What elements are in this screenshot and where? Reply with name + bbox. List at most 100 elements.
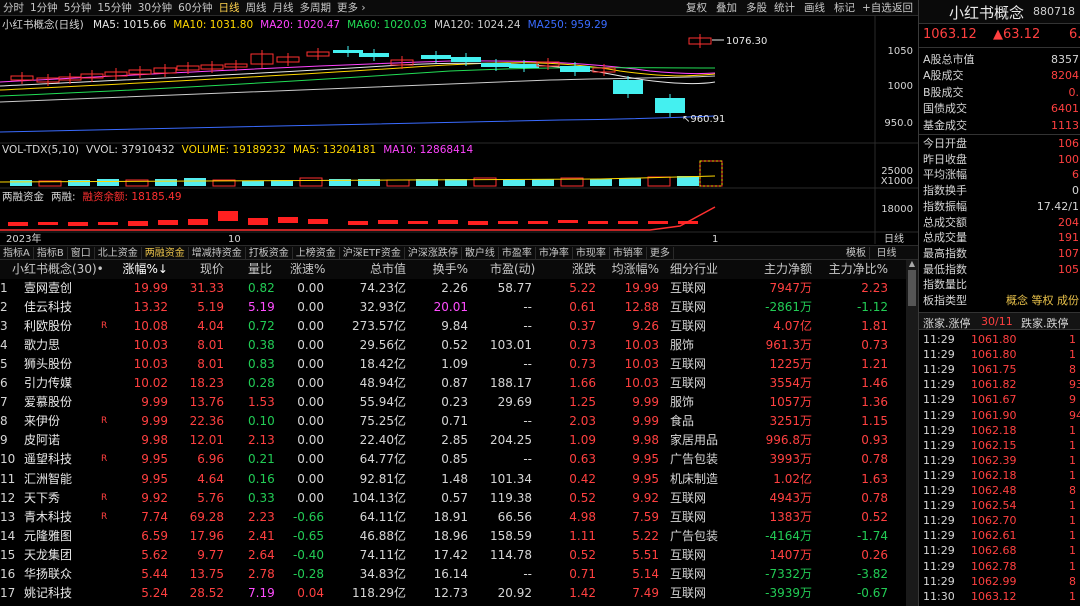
legend-item: MA20: 1020.47 <box>260 19 341 31</box>
column-header[interactable]: 小红书概念(30)• <box>12 260 112 279</box>
indicator-tab[interactable]: 打板资金 <box>246 247 293 261</box>
indicator-tab[interactable]: 北上资金 <box>95 247 142 261</box>
stock-name[interactable]: 天龙集团 <box>24 546 104 565</box>
table-row[interactable]: 17 姚记科技 5.24 28.52 7.19 0.04 118.29亿 12.73 20.92… <box>0 584 906 603</box>
up-value: 30/11 <box>981 315 1013 328</box>
table-row[interactable]: 10 遥望科技 R 9.95 6.96 0.21 0.00 64.77亿 0.85 -- 0.63 9… <box>0 450 906 469</box>
cell-avg: 9.95 <box>632 452 659 467</box>
column-header[interactable]: 总市值 <box>352 260 406 279</box>
toolbar-tool[interactable]: 多股 <box>746 0 767 16</box>
period-option[interactable]: 多周期 <box>297 0 335 16</box>
table-row[interactable]: 7 爱慕股份 9.99 13.76 1.53 0.00 55.94亿 0.23 29.69 1.2… <box>0 393 906 412</box>
table-row[interactable]: 8 来伊份 R 9.99 22.36 0.10 0.00 75.25亿 0.71 -- 2.03 9.… <box>0 412 906 431</box>
toolbar-tool[interactable]: 复权 <box>686 0 707 16</box>
table-row[interactable]: 15 天龙集团 5.62 9.77 2.64 -0.40 74.11亿 17.42 114.78… <box>0 546 906 565</box>
toolbar-tool[interactable]: 叠加 <box>716 0 737 16</box>
column-header[interactable]: 涨速% <box>290 260 325 279</box>
stock-name[interactable]: 华扬联众 <box>24 565 104 584</box>
table-row[interactable]: 16 华扬联众 5.44 13.75 2.78 -0.28 34.83亿 16.14 -- 0.7… <box>0 565 906 584</box>
stock-name[interactable]: 青木科技 <box>24 508 104 527</box>
table-row[interactable]: 14 元隆雅图 6.59 17.96 2.41 -0.65 46.88亿 18.96 158.5… <box>0 527 906 546</box>
period-option[interactable]: 5分钟 <box>61 0 95 16</box>
toolbar-tool[interactable]: 画线 <box>804 0 825 16</box>
stock-name[interactable]: 遥望科技 <box>24 450 104 469</box>
period-option[interactable]: 更多 › <box>334 0 369 16</box>
template-tab[interactable]: 模板 <box>843 247 870 261</box>
period-option[interactable]: 分时 <box>0 0 27 16</box>
stock-name[interactable]: 皮阿诺 <box>24 431 104 450</box>
period-option[interactable]: 1分钟 <box>27 0 61 16</box>
daily-tab[interactable]: 日线 <box>874 247 900 261</box>
kline-chart-area[interactable]: 1050 1000 950.0 25000 X1000 18000 2023年 10 1 日线 10… <box>0 16 918 244</box>
period-option[interactable]: 15分钟 <box>94 0 134 16</box>
column-header[interactable]: 涨跌 <box>568 260 596 279</box>
table-row[interactable]: 4 歌力思 10.03 8.01 0.38 0.00 29.56亿 0.52 103.01 0.7… <box>0 336 906 355</box>
indicator-tab[interactable]: 窗口 <box>68 247 95 261</box>
toolbar-tool[interactable]: 标记 <box>834 0 855 16</box>
stock-name[interactable]: 壹网壹创 <box>24 279 104 298</box>
cell-avg: 9.95 <box>632 471 659 486</box>
column-header[interactable]: 主力净额 <box>752 260 812 279</box>
period-option[interactable]: 60分钟 <box>175 0 215 16</box>
stock-name[interactable]: 狮头股份 <box>24 355 104 374</box>
indicator-tab[interactable]: 市销率 <box>610 247 647 261</box>
indicator-tab[interactable]: 市净率 <box>536 247 573 261</box>
period-option[interactable]: 周线 <box>243 0 270 16</box>
column-header[interactable]: 均涨幅% <box>610 260 659 279</box>
period-option[interactable]: 月线 <box>270 0 297 16</box>
toolbar-tool[interactable]: 统计 <box>774 0 795 16</box>
table-row[interactable]: 11 汇洲智能 9.95 4.64 0.16 0.00 92.81亿 1.48 101.34 0.… <box>0 470 906 489</box>
indicator-tab[interactable]: 增减持资金 <box>189 247 246 261</box>
scroll-up-icon[interactable]: ▲ <box>907 260 917 268</box>
cell-avg: 10.03 <box>624 376 659 391</box>
indicator-tab[interactable]: 市盈率 <box>499 247 536 261</box>
volume-y-tick: X1000 <box>881 176 913 187</box>
table-scrollbar[interactable]: ▲ <box>906 260 918 606</box>
table-row[interactable]: 6 引力传媒 10.02 18.23 0.28 0.00 48.94亿 0.87 188.17 1… <box>0 374 906 393</box>
indicator-tab[interactable]: 沪深ETF资金 <box>340 247 405 261</box>
stock-name[interactable]: 姚记科技 <box>24 584 104 603</box>
toolbar-tool[interactable]: +自选 <box>862 0 892 16</box>
table-row[interactable]: 5 狮头股份 10.03 8.01 0.83 0.00 18.42亿 1.09 -- 0.73 10… <box>0 355 906 374</box>
stock-name[interactable]: 佳云科技 <box>24 298 104 317</box>
period-option[interactable]: 日线 <box>216 0 243 16</box>
stock-name[interactable]: 引力传媒 <box>24 374 104 393</box>
stock-name[interactable]: 爱慕股份 <box>24 393 104 412</box>
stock-name[interactable]: 天下秀 <box>24 489 104 508</box>
indicator-tab[interactable]: 市现率 <box>573 247 610 261</box>
margin-bar <box>438 220 458 224</box>
margin-bar <box>648 221 668 224</box>
table-row[interactable]: 3 利欧股份 R 10.08 4.04 0.72 0.00 273.57亿 9.84 -- 0.37… <box>0 317 906 336</box>
column-header[interactable]: 量比 <box>248 260 272 279</box>
period-option[interactable]: 30分钟 <box>135 0 175 16</box>
stock-name[interactable]: 歌力思 <box>24 336 104 355</box>
column-header[interactable]: 细分行业 <box>670 260 750 279</box>
indicator-tab[interactable]: 沪深涨跌停 <box>405 247 462 261</box>
stock-name[interactable]: 来伊份 <box>24 412 104 431</box>
table-row[interactable]: 12 天下秀 R 9.92 5.76 0.33 0.00 104.13亿 0.57 119.38 0… <box>0 489 906 508</box>
indicator-tab[interactable]: 上榜资金 <box>293 247 340 261</box>
column-header[interactable]: 主力净比% <box>822 260 888 279</box>
table-row[interactable]: 13 青木科技 R 7.74 69.28 2.23 -0.66 64.11亿 18.91 66.5… <box>0 508 906 527</box>
column-header[interactable]: 市盈(动) <box>490 260 535 279</box>
table-row[interactable]: 1 壹网壹创 19.99 31.33 0.82 0.00 74.23亿 2.26 58.77 5.… <box>0 279 906 298</box>
column-header[interactable]: 换手% <box>428 260 468 279</box>
cell-ind: 食品 <box>670 414 695 429</box>
indicator-tab[interactable]: 指标B <box>34 247 68 261</box>
table-row[interactable]: 2 佳云科技 13.32 5.19 5.19 0.00 32.93亿 20.01 -- 0.61 1… <box>0 298 906 317</box>
column-header[interactable]: 现价 <box>184 260 224 279</box>
indicator-tab[interactable]: 指标A <box>0 247 34 261</box>
stock-name[interactable]: 利欧股份 <box>24 317 104 336</box>
column-header[interactable]: 涨幅%↓ <box>118 260 168 279</box>
indicator-tab[interactable]: 两融资金 <box>142 247 189 261</box>
kline-chart[interactable]: 10501000950.025000X1000180002023年 10 1 日线10… <box>0 16 918 244</box>
table-row[interactable]: 9 皮阿诺 9.98 12.01 2.13 0.00 22.40亿 2.85 204.25 1.0… <box>0 431 906 450</box>
cell-ratio: 0.73 <box>861 338 888 353</box>
cell-chg: 1.11 <box>569 528 596 543</box>
indicator-tab[interactable]: 散户线 <box>462 247 499 261</box>
scroll-thumb[interactable] <box>908 270 916 306</box>
stock-name[interactable]: 元隆雅图 <box>24 527 104 546</box>
indicator-tab[interactable]: 更多 <box>647 247 674 261</box>
stock-name[interactable]: 汇洲智能 <box>24 470 104 489</box>
toolbar-tool[interactable]: 返回 <box>892 0 913 16</box>
